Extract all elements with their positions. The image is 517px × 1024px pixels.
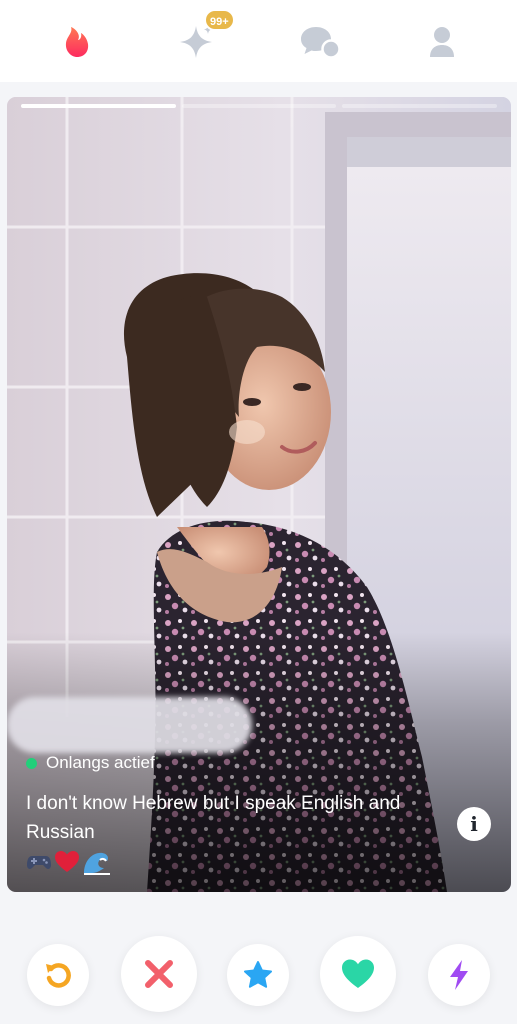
wave-emoji	[84, 852, 110, 875]
online-dot-icon	[26, 757, 37, 769]
nav-flame-button[interactable]	[54, 20, 98, 64]
bio-emojis	[26, 849, 112, 875]
redacted-name-area	[7, 697, 252, 753]
heart-icon	[342, 959, 374, 988]
photo-indicator-3[interactable]	[342, 104, 498, 108]
activity-status: Onlangs actief	[26, 753, 155, 773]
like-button[interactable]	[320, 936, 396, 1012]
nav-messages-button[interactable]	[298, 20, 342, 64]
profile-info-button[interactable]: i	[457, 807, 491, 841]
photo-indicator-2[interactable]	[181, 104, 337, 108]
star-icon	[244, 961, 272, 988]
info-icon: i	[470, 812, 478, 836]
boost-button[interactable]	[428, 944, 490, 1006]
photo-indicator-1[interactable]	[21, 104, 176, 108]
heart-emoji	[55, 851, 79, 872]
rewind-icon	[46, 963, 71, 988]
photo-progress-bars	[21, 104, 498, 108]
rewind-button[interactable]	[27, 944, 89, 1006]
activity-status-label: Onlangs actief	[46, 753, 155, 772]
profile-card[interactable]: Onlangs actief I don't know Hebrew but I…	[7, 97, 511, 892]
nav-profile-button[interactable]	[420, 20, 464, 64]
nope-button[interactable]	[121, 936, 197, 1012]
chat-bubbles-icon	[301, 27, 341, 59]
x-icon	[145, 960, 173, 988]
lightning-icon	[450, 960, 468, 990]
likes-count-badge: 99+	[204, 9, 235, 31]
game-controller-icon	[27, 856, 51, 869]
profile-bio: I don't know Hebrew but I speak English …	[26, 793, 401, 843]
top-navigation: 99+	[0, 0, 517, 82]
profile-icon	[430, 27, 454, 57]
super-like-button[interactable]	[227, 944, 289, 1006]
flame-icon	[65, 27, 89, 57]
